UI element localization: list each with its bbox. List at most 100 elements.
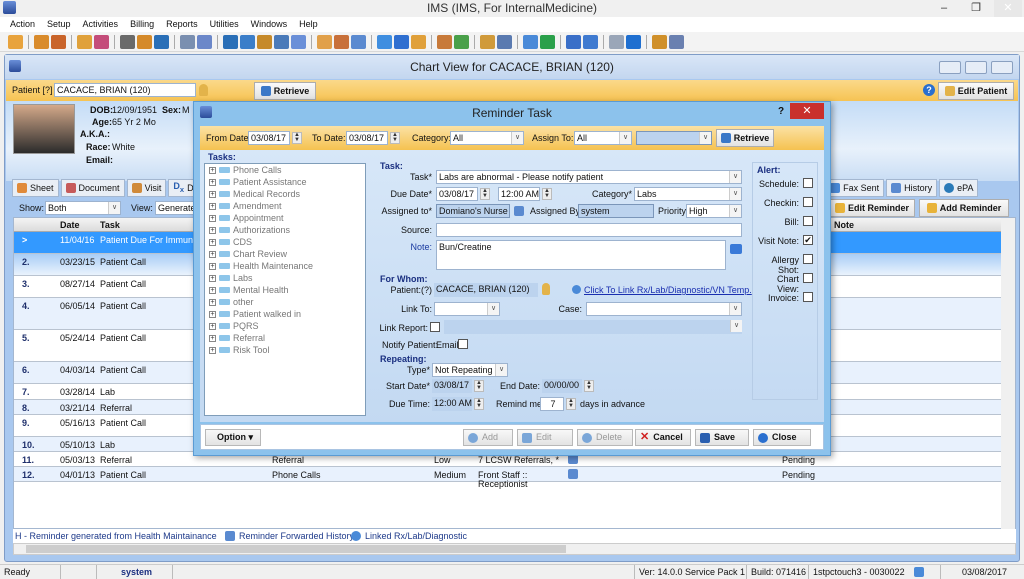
tab-history[interactable]: History: [886, 179, 938, 197]
remind-days-field[interactable]: 7: [540, 397, 564, 411]
minimize-button[interactable]: –: [930, 0, 958, 17]
task-tree-item[interactable]: + CDS: [205, 236, 365, 248]
due-date-spinner[interactable]: ▲ ▼: [480, 188, 490, 200]
alert-checkbox[interactable]: [803, 178, 813, 188]
due-time-field[interactable]: 12:00 AM: [498, 187, 540, 201]
repeat-due-time-spinner[interactable]: ▲ ▼: [474, 398, 484, 410]
patient-field[interactable]: CACACE, BRIAN (120): [54, 83, 196, 97]
assign-to-select[interactable]: All ∨: [574, 131, 632, 145]
toolbar-button-icon[interactable]: [240, 34, 255, 49]
alert-checkbox[interactable]: [803, 254, 813, 264]
retrieve-button[interactable]: Retrieve: [254, 82, 316, 100]
link-rx-lab-link[interactable]: Click To Link Rx/Lab/Diagnostic/VN Temp.: [584, 285, 752, 295]
forward-history-icon[interactable]: [568, 469, 578, 479]
expand-icon[interactable]: +: [209, 178, 216, 186]
alert-checkbox[interactable]: [803, 197, 813, 207]
alert-checkbox[interactable]: [803, 273, 813, 283]
toolbar-button-icon[interactable]: [626, 34, 641, 49]
expand-icon[interactable]: +: [209, 190, 216, 198]
grid-horizontal-scrollbar[interactable]: [13, 543, 1016, 555]
task-tree-item[interactable]: + Appointment: [205, 212, 365, 224]
toolbar-button-icon[interactable]: [274, 34, 289, 49]
menu-action[interactable]: Action: [4, 17, 41, 32]
toolbar-button-icon[interactable]: [120, 34, 135, 49]
expand-icon[interactable]: +: [209, 310, 216, 318]
remind-days-spinner[interactable]: ▲ ▼: [566, 398, 576, 410]
dialog-retrieve-button[interactable]: Retrieve: [716, 129, 774, 147]
start-date-field[interactable]: 03/08/17: [432, 379, 472, 393]
menu-billing[interactable]: Billing: [124, 17, 160, 32]
task-tree-item[interactable]: + Referral: [205, 332, 365, 344]
expand-icon[interactable]: +: [209, 250, 216, 258]
from-date-spinner[interactable]: ▲ ▼: [292, 132, 302, 144]
case-select[interactable]: ∨: [586, 302, 742, 316]
add-reminder-button[interactable]: Add Reminder: [919, 199, 1009, 217]
expand-icon[interactable]: +: [209, 226, 216, 234]
toolbar-button-icon[interactable]: [437, 34, 452, 49]
note-textarea[interactable]: Bun/Creatine: [436, 240, 726, 270]
expand-icon[interactable]: +: [209, 274, 216, 282]
toolbar-button-icon[interactable]: [497, 34, 512, 49]
toolbar-button-icon[interactable]: [566, 34, 581, 49]
toolbar-button-icon[interactable]: [34, 34, 49, 49]
toolbar-button-icon[interactable]: [317, 34, 332, 49]
toolbar-button-icon[interactable]: [51, 34, 66, 49]
repeat-due-time-field[interactable]: 12:00 AM: [432, 397, 472, 411]
toolbar-button-icon[interactable]: [334, 34, 349, 49]
task-tree-item[interactable]: + other: [205, 296, 365, 308]
patient-search-icon[interactable]: [199, 84, 208, 96]
task-tree-item[interactable]: + Labs: [205, 272, 365, 284]
expand-icon[interactable]: +: [209, 346, 216, 354]
toolbar-button-icon[interactable]: [394, 34, 409, 49]
task-tree-item[interactable]: + Patient walked in: [205, 308, 365, 320]
alert-checkbox[interactable]: [803, 216, 813, 226]
task-tree-item[interactable]: + Phone Calls: [205, 164, 365, 176]
task-tree-item[interactable]: + Amendment: [205, 200, 365, 212]
source-field[interactable]: [436, 223, 742, 237]
edit-patient-button[interactable]: Edit Patient: [938, 82, 1014, 100]
assign-to-user-select[interactable]: ∨: [636, 131, 712, 145]
toolbar-button-icon[interactable]: [669, 34, 684, 49]
toolbar-button-icon[interactable]: [523, 34, 538, 49]
tab-visit[interactable]: Visit: [126, 179, 167, 197]
expand-icon[interactable]: +: [209, 286, 216, 294]
tab-fax-sent[interactable]: Fax Sent: [825, 179, 885, 197]
expand-icon[interactable]: +: [209, 202, 216, 210]
expand-icon[interactable]: +: [209, 298, 216, 306]
delete-button[interactable]: Delete: [577, 429, 633, 446]
task-tree-item[interactable]: + Chart Review: [205, 248, 365, 260]
chart-maximize-button[interactable]: [965, 61, 987, 74]
task-tree-item[interactable]: + Risk Tool: [205, 344, 365, 356]
toolbar-button-icon[interactable]: [137, 34, 152, 49]
column-note[interactable]: Note: [834, 220, 854, 230]
from-date-field[interactable]: 03/08/17: [248, 131, 290, 145]
task-tree-item[interactable]: + Authorizations: [205, 224, 365, 236]
toolbar-button-icon[interactable]: [583, 34, 598, 49]
end-date-spinner[interactable]: ▲ ▼: [584, 380, 594, 392]
toolbar-button-icon[interactable]: [454, 34, 469, 49]
toolbar-button-icon[interactable]: [257, 34, 272, 49]
due-time-spinner[interactable]: ▲ ▼: [542, 188, 552, 200]
task-select[interactable]: Labs are abnormal - Please notify patien…: [436, 170, 742, 184]
column-task[interactable]: Task: [100, 220, 120, 230]
grid-vertical-scrollbar[interactable]: [1001, 218, 1015, 542]
tab-sheet[interactable]: Sheet: [12, 179, 59, 197]
end-date-field[interactable]: 00/00/00: [542, 379, 582, 393]
menu-setup[interactable]: Setup: [41, 17, 77, 32]
assign-user-icon[interactable]: [514, 206, 524, 216]
task-tree-item[interactable]: + Mental Health: [205, 284, 365, 296]
close-button[interactable]: Close: [753, 429, 811, 446]
toolbar-button-icon[interactable]: [351, 34, 366, 49]
task-tree-item[interactable]: + Patient Assistance: [205, 176, 365, 188]
tab-epa[interactable]: ePA: [939, 179, 979, 197]
show-select[interactable]: Both ∨: [45, 201, 121, 215]
option-menu-button[interactable]: Option ▾: [205, 429, 261, 446]
start-date-spinner[interactable]: ▲ ▼: [474, 380, 484, 392]
alert-checkbox[interactable]: [803, 292, 813, 302]
toolbar-button-icon[interactable]: [154, 34, 169, 49]
expand-icon[interactable]: +: [209, 334, 216, 342]
toolbar-button-icon[interactable]: [94, 34, 109, 49]
edit-button[interactable]: Edit: [517, 429, 573, 446]
assigned-to-field[interactable]: Domiano's Nurse: [436, 204, 510, 218]
toolbar-button-icon[interactable]: [223, 34, 238, 49]
